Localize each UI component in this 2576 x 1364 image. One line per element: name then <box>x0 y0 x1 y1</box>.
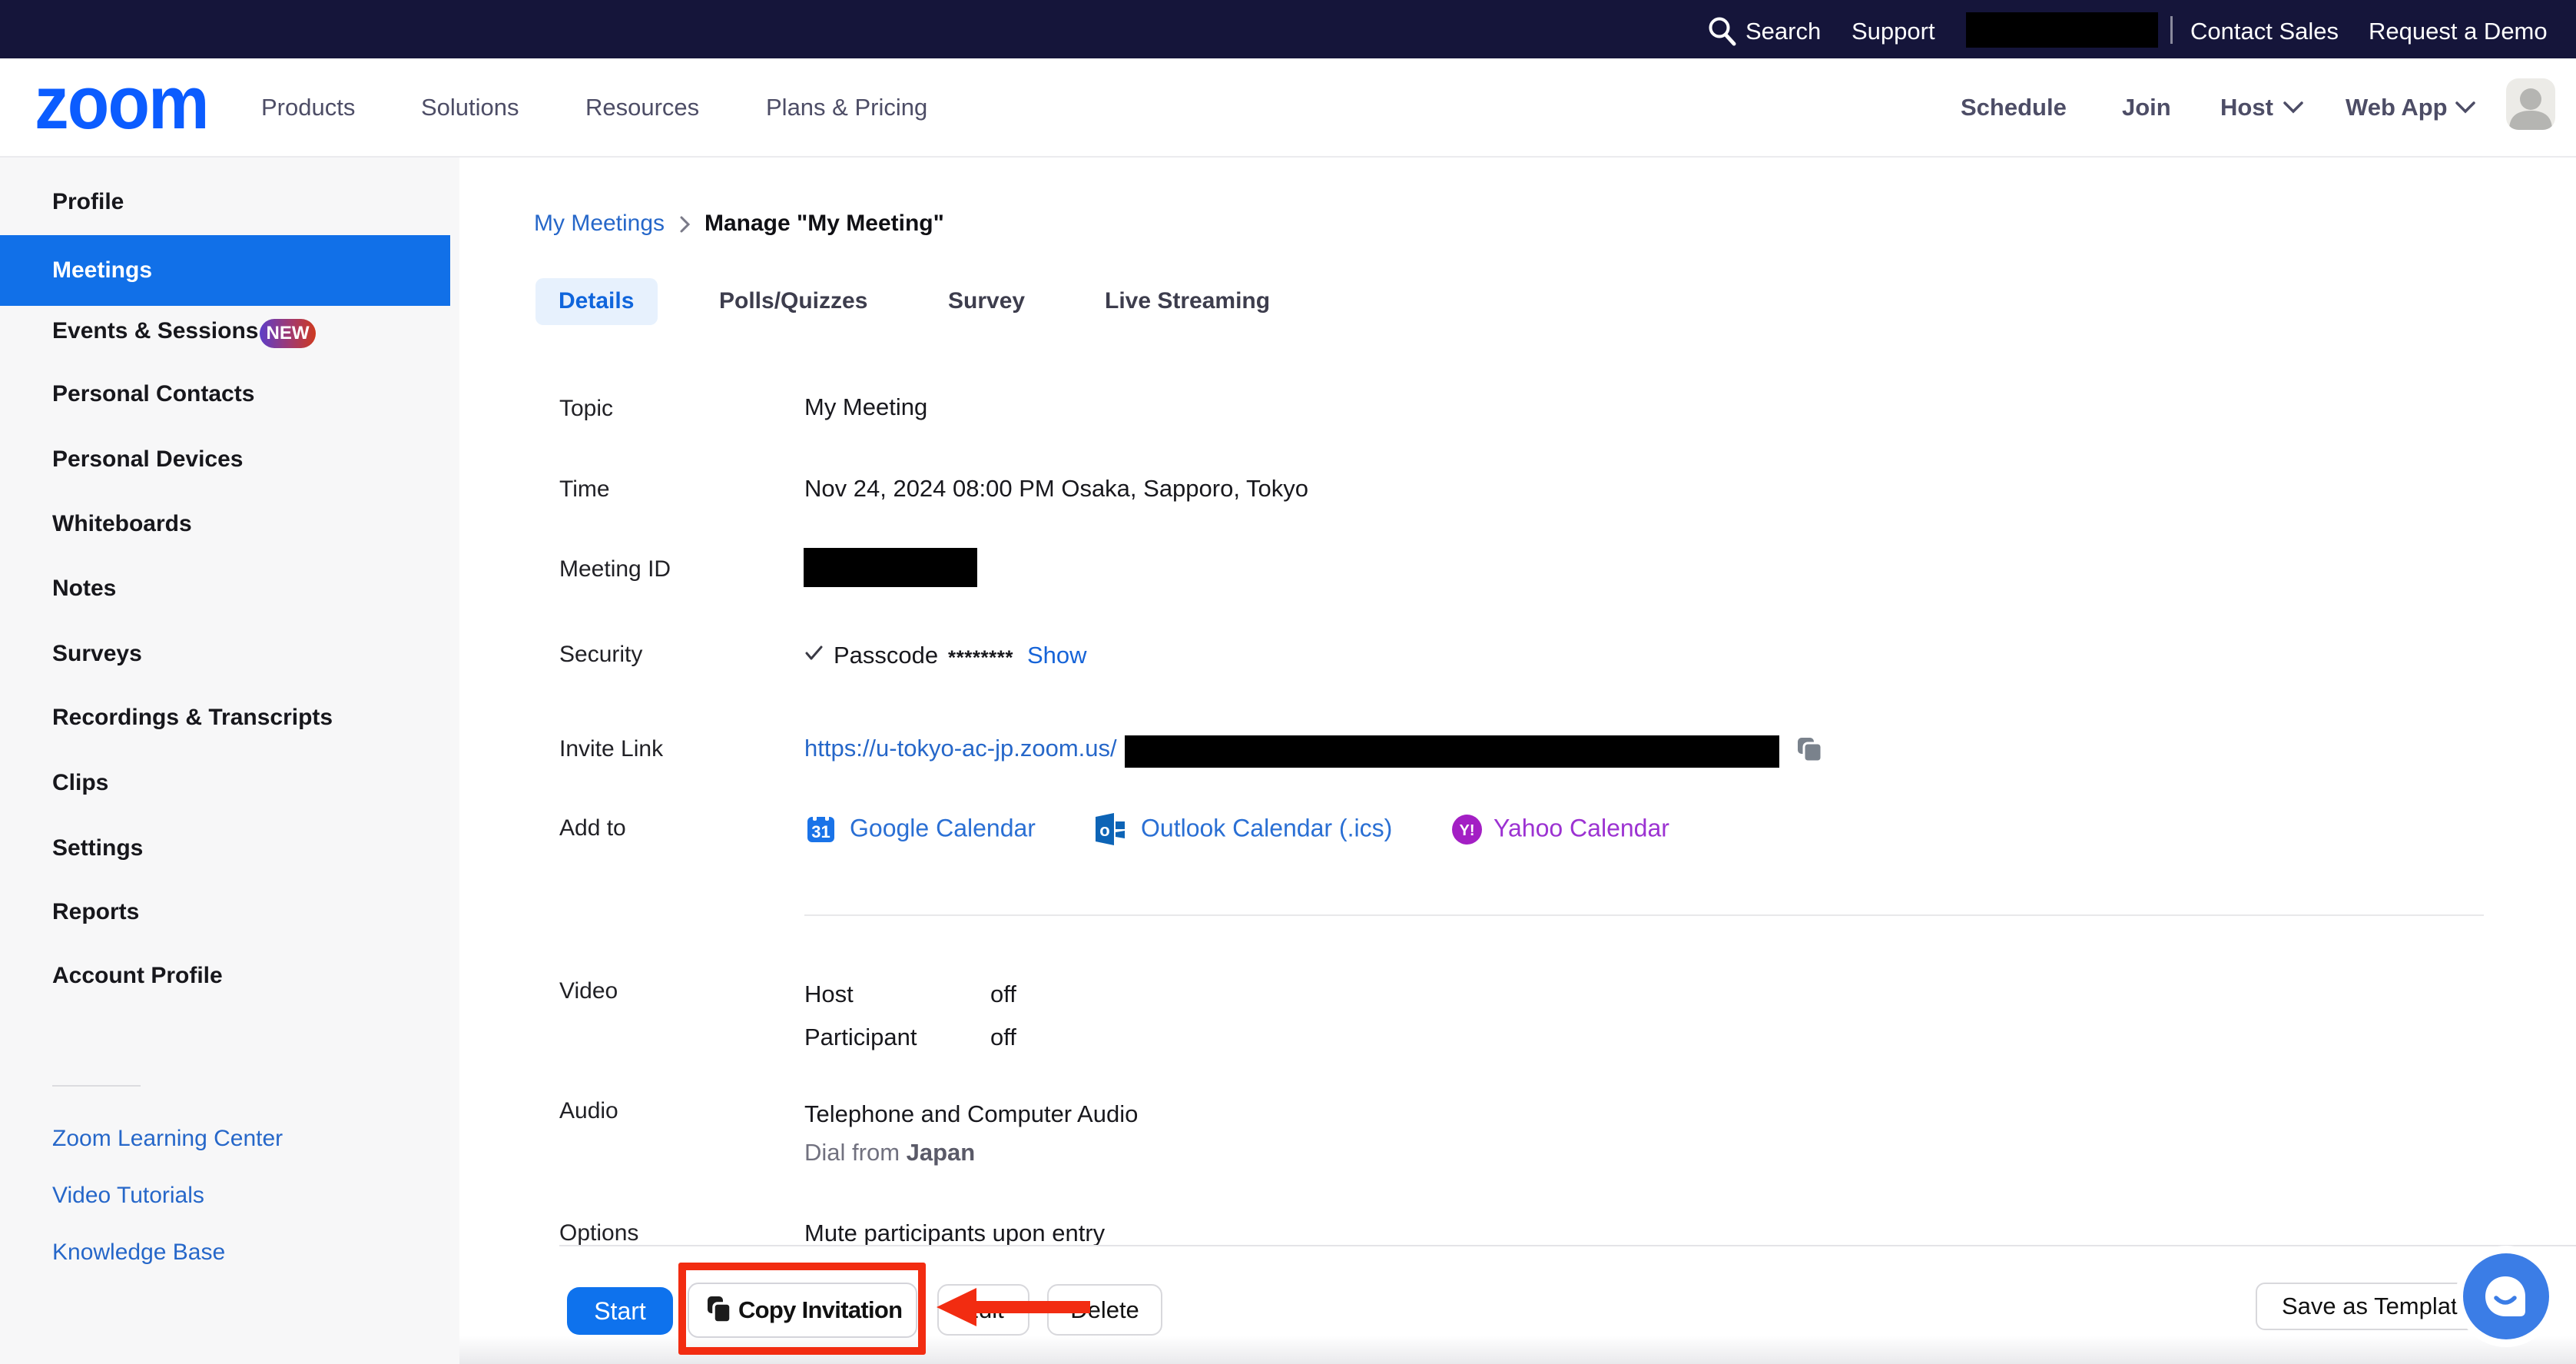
svg-text:Y!: Y! <box>1460 822 1475 839</box>
svg-text:o: o <box>1099 821 1109 840</box>
svg-text:31: 31 <box>811 822 830 841</box>
